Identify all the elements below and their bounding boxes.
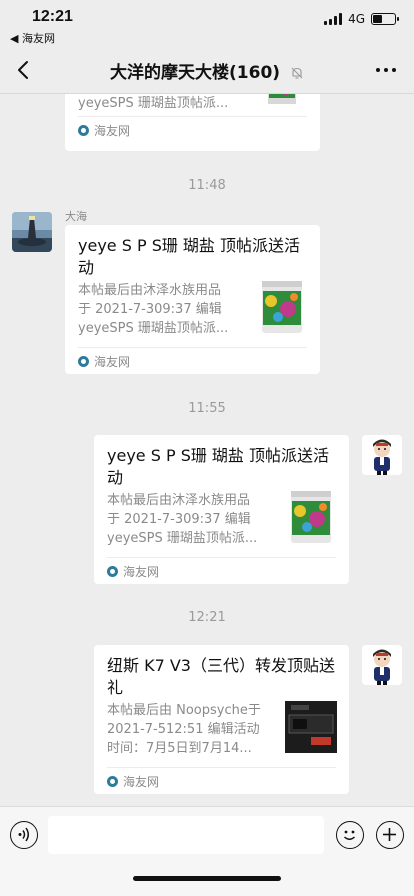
- card-description-line: 于 2021-7-309:37 编辑: [107, 512, 251, 527]
- chat-header: 大洋的摩天大楼(160): [0, 46, 414, 94]
- timestamp: 11:55: [188, 401, 226, 416]
- card-description-line: 本帖最后由沐泽水族用品: [78, 283, 222, 298]
- product-thumbnail: [285, 701, 337, 753]
- source-label: 海友网: [94, 124, 131, 138]
- self-avatar[interactable]: [362, 645, 402, 685]
- sender-name: 大海: [65, 210, 87, 223]
- card-description-line: 时间：7月5日到7月14...: [107, 741, 252, 756]
- card-divider: [107, 767, 336, 768]
- more-functions-button[interactable]: [376, 821, 404, 849]
- link-card[interactable]: yeye S P S珊 瑚盐 顶帖派送活动 本帖最后由沐泽水族用品 于 2021…: [65, 225, 320, 374]
- self-avatar[interactable]: [362, 435, 402, 475]
- source-logo-icon: [78, 125, 89, 136]
- message-input-bar: [0, 806, 414, 896]
- source-label: 海友网: [94, 355, 131, 369]
- link-card[interactable]: yeyeSPS 珊瑚盐顶帖派... 海友网: [65, 94, 320, 151]
- card-divider: [78, 347, 307, 348]
- voice-wave-icon: [18, 827, 29, 842]
- home-indicator[interactable]: [133, 876, 281, 881]
- card-description-line: yeyeSPS 珊瑚盐顶帖派...: [78, 321, 229, 336]
- signal-icon: [324, 13, 343, 25]
- back-to-app-link[interactable]: ◀ 海友网: [10, 30, 55, 46]
- card-description-line: 2021-7-512:51 编辑活动: [107, 722, 260, 737]
- product-thumbnail: [268, 94, 296, 104]
- card-source: 海友网: [107, 563, 159, 580]
- card-description-line: 本帖最后由沐泽水族用品: [107, 493, 251, 508]
- source-logo-icon: [78, 356, 89, 367]
- chat-title: 大洋的摩天大楼(160): [110, 63, 281, 83]
- source-label: 海友网: [123, 565, 160, 579]
- avatar-cartoon-image: [362, 645, 402, 685]
- avatar[interactable]: [12, 212, 52, 252]
- battery-level: [373, 15, 383, 23]
- avatar-cartoon-image: [362, 435, 402, 475]
- chat-title-wrapper: 大洋的摩天大楼(160): [0, 58, 414, 83]
- card-divider: [78, 116, 307, 117]
- plus-icon: [383, 828, 396, 841]
- more-options-button[interactable]: [376, 68, 396, 72]
- smiley-icon: [343, 830, 356, 840]
- link-card[interactable]: yeye S P S珊 瑚盐 顶帖派送活动 本帖最后由沐泽水族用品 于 2021…: [94, 435, 349, 584]
- product-thumbnail: [262, 281, 302, 333]
- card-description: yeyeSPS 珊瑚盐顶帖派...: [78, 96, 229, 111]
- source-label: 海友网: [123, 775, 160, 789]
- avatar-lighthouse-image: [12, 212, 52, 252]
- card-title: 纽斯 K7 V3（三代）转发顶贴送礼: [107, 656, 335, 697]
- card-divider: [107, 557, 336, 558]
- network-label: 4G: [348, 12, 365, 26]
- product-thumbnail: [291, 491, 331, 543]
- voice-input-button[interactable]: [10, 821, 38, 849]
- source-logo-icon: [107, 566, 118, 577]
- chat-messages[interactable]: yeyeSPS 珊瑚盐顶帖派... 海友网 11:48 大海 yeye S P …: [0, 94, 414, 806]
- card-description-line: 于 2021-7-309:37 编辑: [78, 302, 222, 317]
- battery-icon: [371, 13, 399, 25]
- status-indicators: 4G: [324, 12, 399, 26]
- source-logo-icon: [107, 776, 118, 787]
- card-description-line: 本帖最后由 Noopsyche于: [107, 703, 261, 718]
- card-source: 海友网: [107, 773, 159, 790]
- timestamp: 12:21: [188, 610, 226, 625]
- emoji-button[interactable]: [336, 821, 364, 849]
- status-bar: 12:21 ◀ 海友网 4G: [0, 0, 414, 46]
- card-source: 海友网: [78, 353, 130, 370]
- link-card[interactable]: 纽斯 K7 V3（三代）转发顶贴送礼 本帖最后由 Noopsyche于 2021…: [94, 645, 349, 794]
- mute-bell-icon: [291, 67, 303, 79]
- card-title: yeye S P S珊 瑚盐 顶帖派送活动: [78, 236, 301, 277]
- status-time: 12:21: [32, 8, 73, 25]
- message-text-input[interactable]: [48, 816, 324, 854]
- card-description-line: yeyeSPS 珊瑚盐顶帖派...: [107, 531, 258, 546]
- card-title: yeye S P S珊 瑚盐 顶帖派送活动: [107, 446, 330, 487]
- timestamp: 11:48: [188, 178, 226, 193]
- card-source: 海友网: [78, 122, 130, 139]
